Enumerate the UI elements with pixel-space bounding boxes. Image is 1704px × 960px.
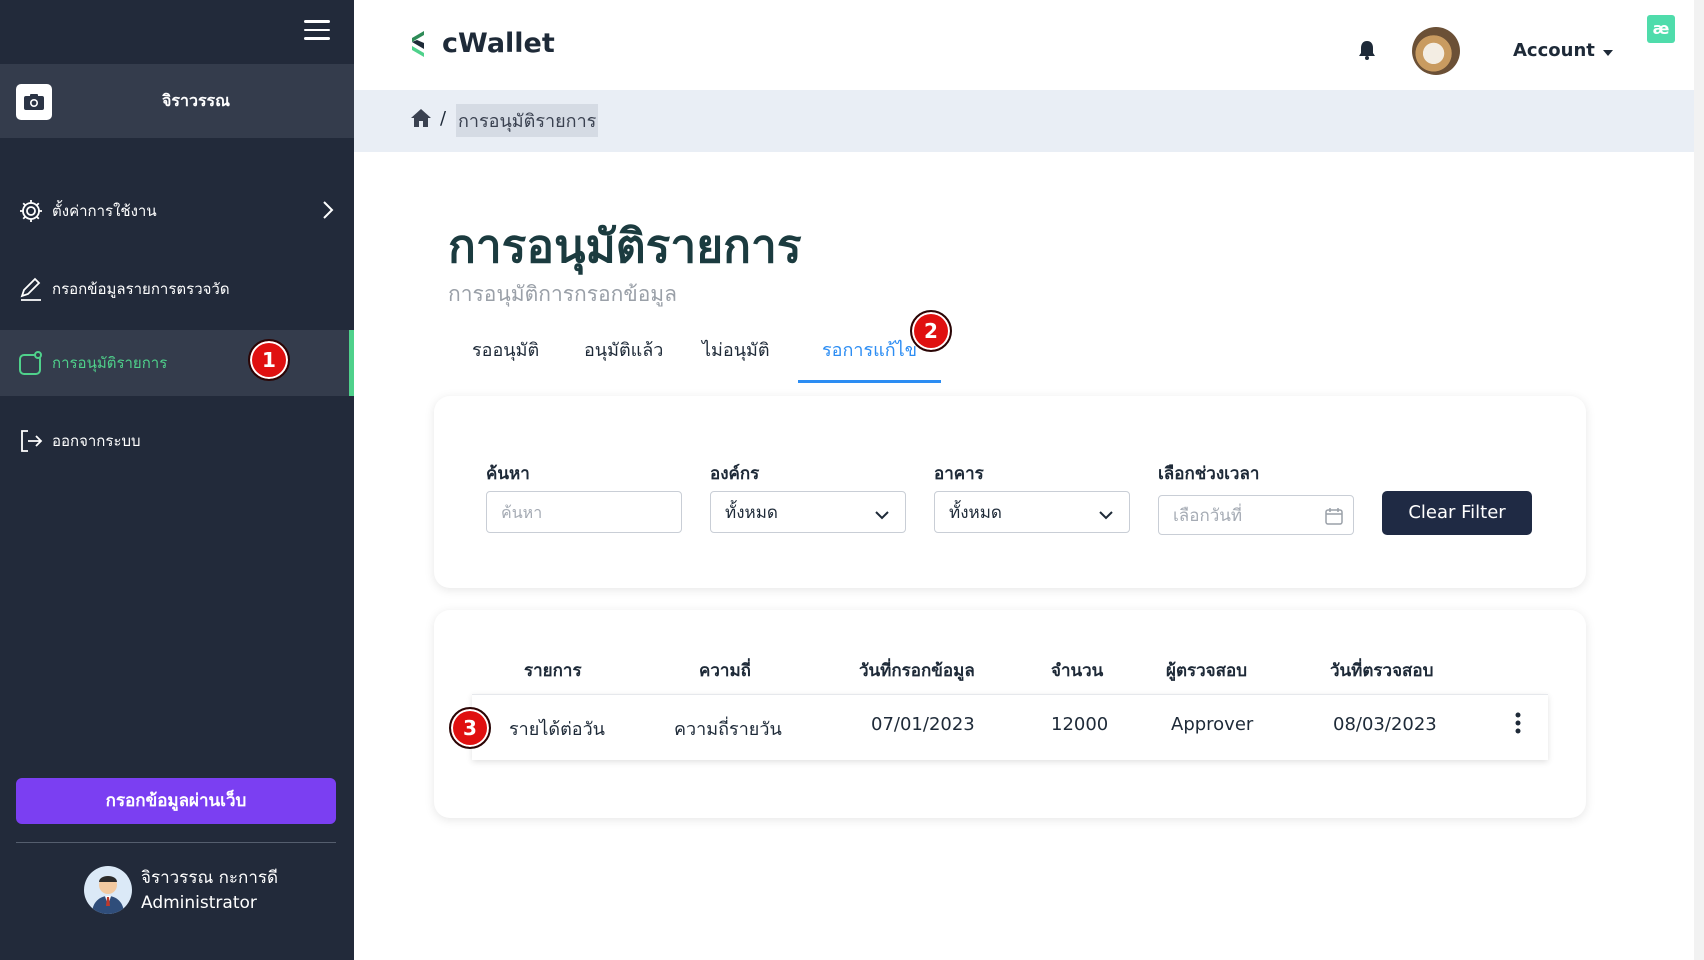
sidebar: จิราวรรณ ตั้งค่าการใช้งาน กรอกข้อมูลรายก… bbox=[0, 0, 354, 960]
chevron-down-icon bbox=[1099, 505, 1113, 525]
table-cell: 12000 bbox=[1051, 714, 1109, 735]
table-cell: 08/03/2023 bbox=[1333, 714, 1437, 735]
date-picker[interactable]: เลือกวันที่ bbox=[1158, 495, 1354, 535]
camera-icon[interactable] bbox=[16, 84, 52, 120]
sidebar-item-label: ตั้งค่าการใช้งาน bbox=[52, 202, 157, 220]
user-avatar[interactable] bbox=[84, 866, 132, 914]
annotation-badge-1: 1 bbox=[248, 339, 290, 381]
approval-icon bbox=[18, 350, 44, 376]
account-label: Account bbox=[1513, 40, 1595, 61]
sidebar-profile-name: จิราวรรณ bbox=[162, 91, 230, 110]
column-header: วันที่ตรวจสอบ bbox=[1330, 661, 1434, 681]
chevron-right-icon bbox=[322, 200, 334, 224]
table-cell: 07/01/2023 bbox=[871, 714, 975, 735]
sidebar-item-settings[interactable]: ตั้งค่าการใช้งาน bbox=[0, 178, 354, 244]
sidebar-item-label: การอนุมัติรายการ bbox=[52, 354, 168, 372]
sidebar-profile-strip: จิราวรรณ bbox=[0, 64, 354, 138]
logo-icon bbox=[412, 30, 424, 57]
gear-icon bbox=[18, 198, 44, 224]
breadcrumb-separator: / bbox=[440, 108, 447, 129]
tab-rejected[interactable]: ไม่อนุมัติ bbox=[678, 333, 794, 383]
breadcrumb-current: การอนุมัติรายการ bbox=[456, 104, 599, 137]
hamburger-menu-icon[interactable] bbox=[304, 20, 330, 40]
sidebar-divider bbox=[16, 842, 336, 843]
account-avatar[interactable] bbox=[1412, 27, 1460, 75]
pencil-icon bbox=[18, 276, 44, 302]
app-logo[interactable]: cWallet bbox=[410, 28, 555, 59]
search-input[interactable] bbox=[501, 502, 667, 522]
page-subtitle: การอนุมัติการกรอกข้อมูล bbox=[448, 282, 678, 306]
table-cell: ความถี่รายวัน bbox=[674, 719, 782, 740]
sidebar-item-approval[interactable]: การอนุมัติรายการ bbox=[0, 330, 354, 396]
user-name: จิราวรรณ กะการดี bbox=[141, 868, 279, 888]
annotation-badge-3: 3 bbox=[449, 707, 491, 749]
date-range-label: เลือกช่วงเวลา bbox=[1158, 464, 1260, 484]
sidebar-item-logout[interactable]: ออกจากระบบ bbox=[0, 408, 354, 474]
home-icon[interactable] bbox=[410, 108, 432, 132]
column-header: ความถี่ bbox=[699, 661, 751, 681]
date-placeholder: เลือกวันที่ bbox=[1173, 505, 1243, 526]
table-cell: รายได้ต่อวัน bbox=[509, 719, 605, 740]
calendar-icon bbox=[1325, 507, 1343, 530]
chevron-down-icon bbox=[875, 505, 889, 525]
clear-filter-button[interactable]: Clear Filter bbox=[1382, 491, 1532, 535]
tab-approved[interactable]: อนุมัติแล้ว bbox=[560, 333, 687, 383]
caret-down-icon bbox=[1603, 40, 1614, 61]
page-scrollbar[interactable] bbox=[1694, 0, 1704, 960]
account-menu[interactable]: Account bbox=[1513, 40, 1614, 61]
column-header: จำนวน bbox=[1051, 661, 1104, 681]
org-label: องค์กร bbox=[710, 464, 760, 484]
page-title: การอนุมัติรายการ bbox=[448, 219, 802, 273]
org-select[interactable]: ทั้งหมด bbox=[710, 491, 906, 533]
sidebar-item-label: กรอกข้อมูลรายการตรวจวัด bbox=[52, 280, 230, 298]
logo-text: cWallet bbox=[442, 28, 555, 59]
web-entry-button[interactable]: กรอกข้อมูลผ่านเว็บ bbox=[16, 778, 336, 824]
org-select-value: ทั้งหมด bbox=[725, 502, 778, 523]
building-label: อาคาร bbox=[934, 464, 984, 484]
sidebar-item-data-entry[interactable]: กรอกข้อมูลรายการตรวจวัด bbox=[0, 256, 354, 322]
ae-extension-icon[interactable]: æ bbox=[1647, 15, 1675, 43]
column-header: ผู้ตรวจสอบ bbox=[1166, 661, 1248, 681]
search-field[interactable] bbox=[486, 491, 682, 533]
tab-pending[interactable]: รออนุมัติ bbox=[448, 333, 563, 383]
column-header: รายการ bbox=[524, 661, 582, 681]
building-select-value: ทั้งหมด bbox=[949, 502, 1002, 523]
sidebar-item-label: ออกจากระบบ bbox=[52, 432, 141, 450]
logout-icon bbox=[18, 428, 44, 454]
annotation-badge-2: 2 bbox=[910, 310, 952, 352]
table-cell: Approver bbox=[1171, 714, 1254, 735]
bell-icon[interactable] bbox=[1358, 40, 1376, 64]
search-label: ค้นหา bbox=[486, 464, 530, 484]
row-actions-icon[interactable] bbox=[1514, 712, 1522, 738]
column-header: วันที่กรอกข้อมูล bbox=[859, 661, 975, 681]
building-select[interactable]: ทั้งหมด bbox=[934, 491, 1130, 533]
user-role: Administrator bbox=[141, 893, 257, 913]
